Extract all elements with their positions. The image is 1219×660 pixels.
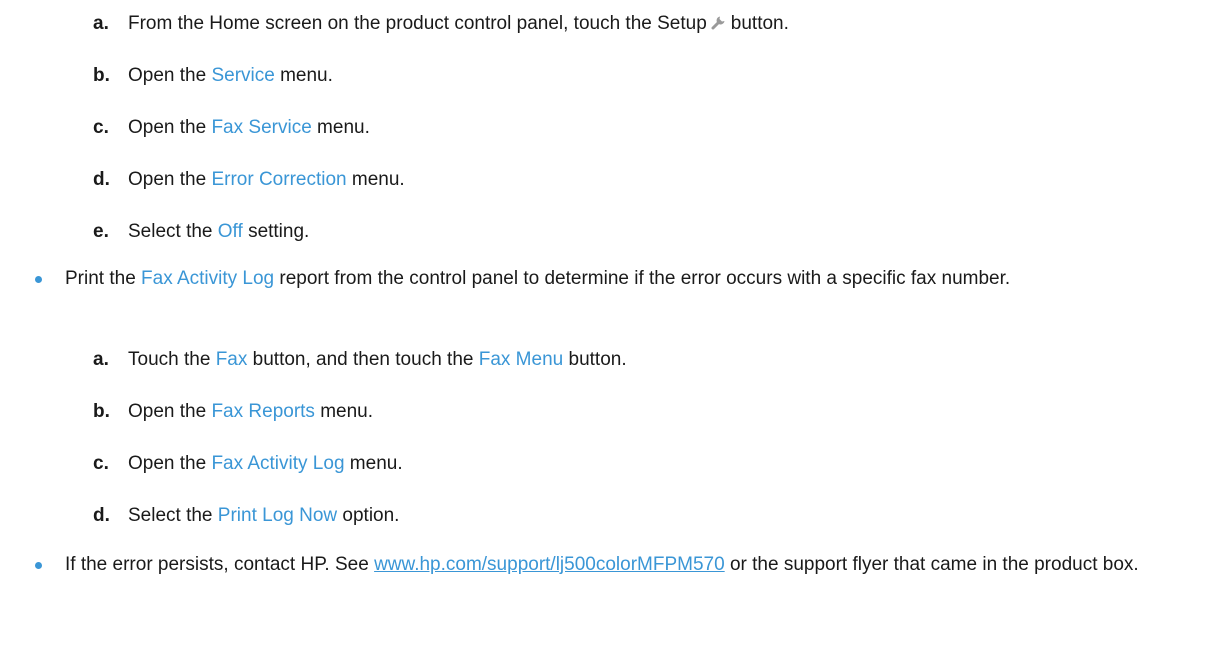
step-text: Select the Off setting. — [128, 221, 310, 242]
step-letter: c. — [93, 453, 109, 474]
step-text: Open the Fax Activity Log menu. — [128, 453, 403, 474]
step-text: Touch the Fax button, and then touch the… — [128, 349, 627, 370]
setting-name-off: Off — [217, 221, 243, 242]
button-name-fax: Fax — [215, 349, 248, 370]
step-text: Open the Fax Service menu. — [128, 117, 370, 138]
ecm-step-d: d. Open the Error Correction menu. — [93, 168, 405, 192]
step-text: Open the Error Correction menu. — [128, 169, 405, 190]
step-text: Open the Fax Reports menu. — [128, 401, 374, 422]
bullet-contact-hp: If the error persists, contact HP. See w… — [28, 552, 1198, 578]
step-letter: d. — [93, 505, 110, 526]
bullet-icon — [35, 562, 42, 569]
step-letter: b. — [93, 65, 110, 86]
ecm-step-e: e. Select the Off setting. — [93, 220, 309, 244]
log-step-b: b. Open the Fax Reports menu. — [93, 400, 373, 424]
step-letter: e. — [93, 221, 109, 242]
log-step-d: d. Select the Print Log Now option. — [93, 504, 399, 528]
bullet-icon — [35, 276, 42, 283]
bullet-text: Print the Fax Activity Log report from t… — [65, 268, 1011, 289]
bullet-activity-log: Print the Fax Activity Log report from t… — [28, 266, 1198, 292]
menu-name-error-correction: Error Correction — [211, 169, 347, 190]
document-page: a. From the Home screen on the product c… — [0, 0, 1219, 660]
option-name-print-log-now: Print Log Now — [217, 505, 338, 526]
menu-name-fax-service: Fax Service — [211, 117, 312, 138]
ecm-step-a: a. From the Home screen on the product c… — [93, 12, 789, 36]
menu-name-fax-reports: Fax Reports — [211, 401, 315, 422]
support-link[interactable]: www.hp.com/support/lj500colorMFPM570 — [374, 554, 725, 575]
step-text: From the Home screen on the product cont… — [128, 13, 789, 34]
step-letter: b. — [93, 401, 110, 422]
step-letter: a. — [93, 13, 109, 34]
step-letter: c. — [93, 117, 109, 138]
report-name-fax-activity-log: Fax Activity Log — [141, 268, 275, 289]
log-step-c: c. Open the Fax Activity Log menu. — [93, 452, 403, 476]
button-name-fax-menu: Fax Menu — [478, 349, 564, 370]
ecm-step-c: c. Open the Fax Service menu. — [93, 116, 370, 140]
bullet-text: If the error persists, contact HP. See w… — [65, 554, 1139, 575]
step-letter: a. — [93, 349, 109, 370]
wrench-icon — [711, 16, 725, 30]
ecm-step-b: b. Open the Service menu. — [93, 64, 333, 88]
menu-name-fax-activity-log: Fax Activity Log — [211, 453, 345, 474]
menu-name-service: Service — [211, 65, 275, 86]
step-letter: d. — [93, 169, 110, 190]
step-text: Select the Print Log Now option. — [128, 505, 400, 526]
step-text: Open the Service menu. — [128, 65, 333, 86]
log-step-a: a. Touch the Fax button, and then touch … — [93, 348, 627, 372]
